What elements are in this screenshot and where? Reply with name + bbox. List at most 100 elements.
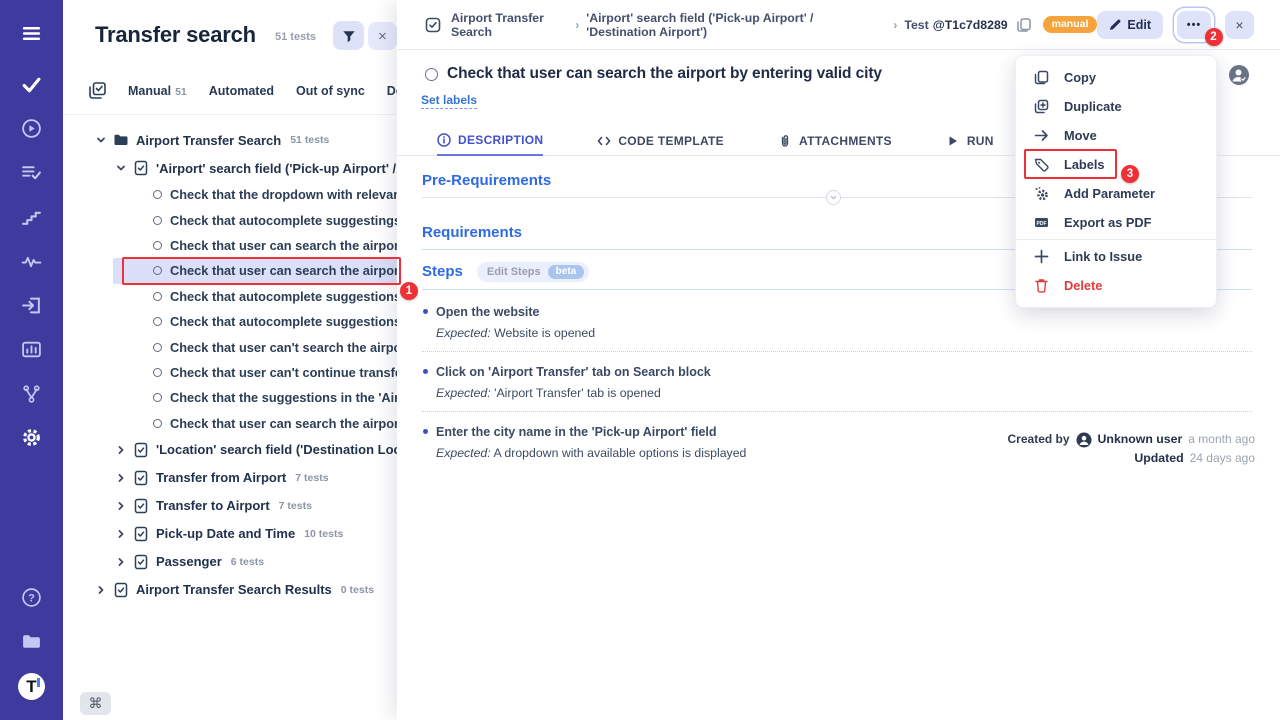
tree-item-label: Check that user can search the airport b… bbox=[170, 416, 397, 431]
tree-item-count: 0 tests bbox=[341, 584, 374, 596]
tree-item-label: 'Airport' search field ('Pick-up Airport… bbox=[156, 161, 397, 176]
tree-suite[interactable]: Transfer to Airport 7 tests bbox=[63, 492, 397, 520]
menu-item-label: Move bbox=[1064, 128, 1097, 143]
menu-item-delete[interactable]: Delete bbox=[1016, 271, 1216, 300]
menu-icon[interactable] bbox=[0, 16, 63, 50]
more-actions-button[interactable]: ••• 2 bbox=[1177, 11, 1211, 39]
tree-test[interactable]: Check that user can search the airport b… bbox=[63, 411, 397, 436]
chevron-right-icon[interactable] bbox=[116, 473, 126, 483]
menu-item-duplicate[interactable]: Duplicate bbox=[1016, 92, 1216, 121]
author-avatar bbox=[1076, 432, 1092, 448]
tree-test[interactable]: Check that autocomplete suggestions are … bbox=[63, 284, 397, 309]
tree-test[interactable]: Check that autocomplete suggestings are … bbox=[63, 207, 397, 232]
runs-play-icon[interactable] bbox=[0, 111, 63, 145]
parameter-gear-icon bbox=[1034, 186, 1049, 201]
activity-pulse-icon[interactable] bbox=[0, 244, 63, 278]
chevron-down-icon[interactable] bbox=[116, 163, 126, 173]
menu-item-move[interactable]: Move bbox=[1016, 121, 1216, 150]
app-logo[interactable]: T bbox=[0, 669, 63, 703]
edit-button[interactable]: Edit bbox=[1097, 11, 1163, 39]
tree-item-label: Check that user can't search the airport… bbox=[170, 340, 397, 355]
projects-folder-icon[interactable] bbox=[0, 624, 63, 658]
tab-count: 51 bbox=[175, 86, 187, 98]
tree-suite[interactable]: Transfer from Airport 7 tests bbox=[63, 464, 397, 492]
menu-item-label: Duplicate bbox=[1064, 99, 1122, 114]
tab-description[interactable]: DESCRIPTION bbox=[437, 125, 543, 156]
menu-item-export-pdf[interactable]: PDF Export as PDF bbox=[1016, 208, 1216, 237]
tab-label: Out of sync bbox=[296, 84, 365, 98]
tab-code-template[interactable]: CODE TEMPLATE bbox=[597, 125, 724, 156]
tab-run[interactable]: RUN bbox=[946, 125, 994, 156]
tree-suite[interactable]: 'Airport' search field ('Pick-up Airport… bbox=[63, 154, 397, 182]
tree-test[interactable]: Check that user can't continue transfer … bbox=[63, 360, 397, 385]
step-action: Click on 'Airport Transfer' tab on Searc… bbox=[436, 364, 1252, 380]
tree-item-label: Check that autocomplete suggestions are … bbox=[170, 314, 397, 329]
tree-folder[interactable]: Airport Transfer Search 51 tests bbox=[63, 126, 397, 154]
menu-item-label: Copy bbox=[1064, 70, 1096, 85]
test-status-icon bbox=[153, 216, 162, 225]
chevron-right-icon[interactable] bbox=[116, 445, 126, 455]
tab-manual[interactable]: Manual51 bbox=[128, 84, 187, 98]
tree-item-label: Airport Transfer Search Results bbox=[136, 582, 332, 597]
tree-item-count: 7 tests bbox=[279, 500, 312, 512]
reports-chart-icon[interactable] bbox=[0, 332, 63, 366]
chevron-right-icon[interactable] bbox=[96, 585, 106, 595]
arrow-right-icon bbox=[1034, 128, 1049, 143]
tree-test[interactable]: Check that autocomplete suggestions are … bbox=[63, 309, 397, 334]
tree-suite[interactable]: Pick-up Date and Time 10 tests bbox=[63, 520, 397, 548]
keyboard-shortcut-hint[interactable]: ⌘ bbox=[80, 692, 111, 715]
tab-automated[interactable]: Automated bbox=[209, 84, 274, 98]
help-icon[interactable]: ? bbox=[0, 580, 63, 614]
test-status-icon bbox=[153, 190, 162, 199]
detail-header: Airport Transfer Search › 'Airport' sear… bbox=[397, 0, 1280, 50]
menu-item-add-parameter[interactable]: Add Parameter bbox=[1016, 179, 1216, 208]
chevron-right-icon[interactable] bbox=[116, 529, 126, 539]
created-by-label: Created by bbox=[1008, 430, 1070, 449]
edit-steps-toggle[interactable]: Edit Steps beta bbox=[477, 262, 589, 282]
expected-value: Website is opened bbox=[494, 326, 595, 340]
steps-stairs-icon[interactable] bbox=[0, 200, 63, 234]
tab-attachments[interactable]: ATTACHMENTS bbox=[778, 125, 892, 156]
tree-item-label: 'Location' search field ('Destination Lo… bbox=[156, 442, 397, 457]
tab-deleted[interactable]: De bbox=[387, 84, 397, 98]
breadcrumb-suite-root[interactable]: Airport Transfer Search bbox=[451, 11, 568, 39]
collapse-toggle[interactable] bbox=[826, 190, 841, 205]
select-all-icon[interactable] bbox=[89, 82, 106, 99]
tree-test[interactable]: Check that user can search the airport b… bbox=[63, 233, 397, 258]
menu-item-label: Delete bbox=[1064, 278, 1102, 293]
import-icon[interactable] bbox=[0, 288, 63, 322]
menu-item-labels[interactable]: Labels 3 bbox=[1016, 150, 1216, 179]
tab-out-of-sync[interactable]: Out of sync bbox=[296, 84, 365, 98]
context-menu: Copy Duplicate Move Labels 3 Add Paramet… bbox=[1015, 55, 1217, 308]
list-close-button[interactable]: × bbox=[368, 22, 397, 50]
step-item: Open the website Expected: Website is op… bbox=[422, 304, 1252, 341]
set-labels-link[interactable]: Set labels bbox=[421, 93, 477, 109]
tree-test[interactable]: Check that the suggestions in the 'Airpo… bbox=[63, 385, 397, 410]
detail-close-button[interactable]: × bbox=[1225, 11, 1254, 39]
tree-suite[interactable]: Airport Transfer Search Results 0 tests bbox=[63, 576, 397, 604]
menu-item-copy[interactable]: Copy bbox=[1016, 63, 1216, 92]
tests-check-icon[interactable] bbox=[0, 67, 63, 101]
menu-item-link-to-issue[interactable]: Link to Issue bbox=[1016, 242, 1216, 271]
chevron-right-icon[interactable] bbox=[116, 557, 126, 567]
assignee-avatar[interactable] bbox=[1228, 64, 1250, 86]
milestones-branch-icon[interactable] bbox=[0, 376, 63, 410]
svg-text:PDF: PDF bbox=[1037, 221, 1047, 227]
breadcrumb-separator: › bbox=[893, 18, 897, 32]
test-tree: Airport Transfer Search 51 tests 'Airpor… bbox=[63, 126, 397, 604]
settings-gear-icon[interactable] bbox=[0, 420, 63, 454]
tree-suite[interactable]: 'Location' search field ('Destination Lo… bbox=[63, 436, 397, 464]
steps-heading: Steps bbox=[422, 263, 463, 281]
filter-button[interactable] bbox=[333, 21, 364, 50]
plans-list-icon[interactable] bbox=[0, 155, 63, 189]
edit-steps-label: Edit Steps bbox=[487, 266, 541, 278]
step-separator bbox=[422, 411, 1252, 412]
chevron-right-icon[interactable] bbox=[116, 501, 126, 511]
copy-id-icon[interactable] bbox=[1017, 18, 1031, 32]
breadcrumb-separator: › bbox=[575, 18, 579, 32]
tree-test[interactable]: Check that the dropdown with relevant su… bbox=[63, 182, 397, 207]
chevron-down-icon[interactable] bbox=[96, 135, 106, 145]
tree-suite[interactable]: Passenger 6 tests bbox=[63, 548, 397, 576]
tree-test[interactable]: Check that user can't search the airport… bbox=[63, 334, 397, 359]
breadcrumb-suite[interactable]: 'Airport' search field ('Pick-up Airport… bbox=[586, 11, 886, 39]
